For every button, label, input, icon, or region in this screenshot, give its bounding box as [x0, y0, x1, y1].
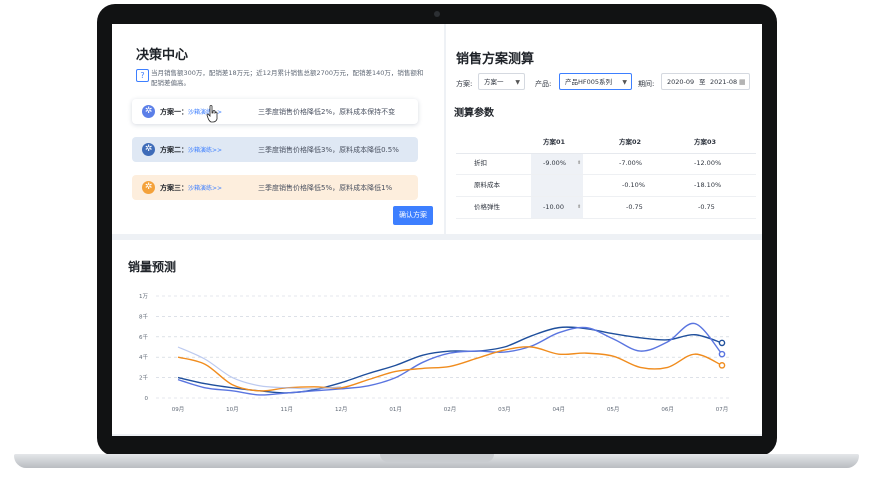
calendar-icon: ▦ [739, 78, 746, 86]
x-tick-label: 11月 [281, 406, 294, 413]
table-row: 价格弹性 -10.00 ⬍ -0.75 -0.75 [456, 197, 756, 219]
params-header: 方案01 方案02 方案03 [456, 132, 756, 154]
column-header: 方案03 [694, 138, 717, 146]
series-line [177, 322, 723, 396]
plan-card-2[interactable]: ✲ 方案二： 沙箱演练>> 三季度销售价格降低3%，原料成本降低0.5% [132, 137, 418, 162]
forecast-line-chart: 09月 10月 11月 12月 01月 02月 03月 04月 05月 06月 07月 0 2千 4千 6… [139, 293, 732, 413]
app-screen: 决策中心 ? 当月销售额300万，配销差18万元；近12月累计销售总额2700万… [112, 24, 762, 436]
x-tick-label: 03月 [498, 406, 511, 413]
plan-icon: ✲ [142, 143, 155, 156]
x-tick-label: 10月 [226, 406, 239, 413]
plan-name: 方案二： [160, 146, 188, 154]
laptop-notch [380, 454, 494, 462]
date-start: 2020-09 [667, 78, 695, 86]
sandbox-link[interactable]: 沙箱演练>> [188, 183, 222, 192]
x-tick-label: 06月 [661, 406, 674, 413]
decision-center-panel: 决策中心 ? 当月销售额300万，配销差18万元；近12月累计销售总额2700万… [112, 24, 444, 234]
x-tick-label: 07月 [716, 406, 729, 413]
plan-icon: ✲ [142, 181, 155, 194]
decision-summary: 当月销售额300万，配销差18万元；近12月累计销售总额2700万元，配销差14… [151, 69, 424, 87]
plan-description: 三季度销售价格降低2%，原料成本保持不变 [258, 108, 396, 116]
sandbox-link[interactable]: 沙箱演练>> [188, 145, 222, 154]
table-row: 原料成本 -0.10% -18.10% [456, 175, 756, 197]
param-input[interactable]: -9.00% [543, 153, 566, 174]
stepper-icon[interactable]: ⬍ [577, 153, 581, 174]
param-value: -0.10% [622, 181, 645, 189]
y-tick-label: 1万 [139, 293, 148, 300]
row-label: 价格弹性 [474, 203, 500, 211]
plan-select-value: 方案一 [484, 78, 504, 86]
chevron-down-icon: ▼ [515, 79, 520, 86]
x-tick-label: 09月 [172, 406, 185, 413]
product-select[interactable]: 产品HF005系列 ▼ [559, 73, 632, 90]
period-date-range[interactable]: 2020-09 至 2021-08 ▦ [661, 73, 750, 90]
plan-description: 三季度销售价格降低5%，原料成本降低1% [258, 184, 393, 192]
plan-card-1[interactable]: ✲ 方案一： 沙箱演练>> 三季度销售价格降低2%，原料成本保持不变 [132, 99, 418, 124]
confirm-plan-button[interactable]: 确认方案 [393, 206, 433, 225]
product-filter-label: 产品: [535, 80, 552, 88]
plan-description: 三季度销售价格降低3%，原料成本降低0.5% [258, 146, 399, 154]
column-header: 方案02 [619, 138, 642, 146]
period-filter-label: 期间: [638, 80, 655, 88]
row-label: 原料成本 [474, 181, 500, 189]
param-value: -18.10% [694, 181, 722, 189]
param-value: -12.00% [694, 159, 722, 167]
date-separator: 至 [699, 78, 706, 86]
product-select-value: 产品HF005系列 [565, 78, 613, 86]
table-row: 折扣 -9.00% ⬍ -7.00% -12.00% [456, 153, 756, 175]
param-value: -0.75 [698, 203, 715, 211]
webcam [434, 11, 440, 17]
sales-calculation-panel: 销售方案测算 方案: 方案一 ▼ 产品: 产品HF005系列 ▼ 期间: 202… [446, 24, 762, 234]
help-icon[interactable]: ? [136, 69, 149, 82]
y-tick-label: 6千 [139, 333, 148, 341]
column-header: 方案01 [543, 138, 566, 146]
series-end-point[interactable] [718, 339, 726, 347]
hand-cursor-icon [206, 105, 218, 123]
plan-card-3[interactable]: ✲ 方案三： 沙箱演练>> 三季度销售价格降低5%，原料成本降低1% [132, 175, 418, 200]
y-tick-label: 2千 [139, 374, 148, 382]
params-title: 测算参数 [454, 108, 494, 119]
chevron-down-icon: ▼ [622, 79, 627, 86]
stepper-icon[interactable]: ⬍ [577, 197, 581, 218]
y-tick-label: 4千 [139, 353, 148, 361]
plan-select[interactable]: 方案一 ▼ [478, 73, 525, 90]
x-tick-label: 05月 [607, 406, 620, 413]
x-tick-label: 01月 [389, 406, 402, 413]
y-tick-label: 0 [145, 396, 149, 402]
plan-filter-label: 方案: [456, 80, 473, 88]
x-tick-label: 04月 [553, 406, 566, 413]
sales-forecast-panel: 销量预测 09月 10月 11月 12月 01月 02月 03月 04月 05月 06月 07月 0… [112, 240, 762, 434]
plan-name: 方案一： [160, 108, 188, 116]
param-input[interactable]: -10.00 [543, 197, 564, 218]
y-tick-label: 8千 [139, 312, 148, 320]
x-tick-label: 12月 [335, 406, 348, 413]
param-value: -0.75 [626, 203, 643, 211]
x-tick-label: 02月 [444, 406, 457, 413]
plan-icon: ✲ [142, 105, 155, 118]
date-end: 2021-08 [710, 78, 738, 86]
series-end-point[interactable] [718, 362, 726, 369]
param-value: -7.00% [619, 159, 642, 167]
sales-calculation-title: 销售方案测算 [456, 52, 535, 67]
row-label: 折扣 [474, 159, 487, 167]
decision-center-title: 决策中心 [136, 48, 189, 63]
series-end-point[interactable] [718, 350, 726, 358]
plan-name: 方案三： [160, 184, 188, 192]
